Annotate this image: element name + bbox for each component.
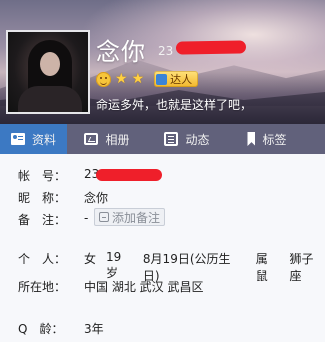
- qq-number-partial: 23: [158, 44, 174, 58]
- daren-badge[interactable]: 达人: [154, 71, 199, 87]
- add-note-button[interactable]: 添加备注: [94, 208, 166, 226]
- star-level-icon: ★: [115, 71, 128, 87]
- note-label: 备 注：: [18, 213, 67, 227]
- tab-feed[interactable]: 动态: [147, 124, 227, 154]
- avatar-body: [18, 86, 82, 112]
- avatar-face: [40, 52, 60, 76]
- account-redaction-mark: [96, 169, 162, 181]
- tab-label: 相册: [105, 132, 130, 147]
- personal-signature: 命运多舛，也就是这样了吧，: [96, 98, 253, 112]
- account-label: 帐 号：: [18, 169, 67, 183]
- qage-value: 3年: [84, 322, 104, 336]
- tab-tags[interactable]: 标签: [227, 124, 307, 154]
- nickname-value: 念你: [84, 191, 109, 205]
- daren-icon: [156, 73, 168, 85]
- avatar[interactable]: [6, 30, 90, 114]
- location-value: 中国 湖北 武汉 武昌区: [84, 280, 204, 294]
- profile-card: 念你 23 ★ ★ 达人 命运多舛，也就是这样了吧， 资料 相册 动态 标签 帐…: [0, 0, 325, 342]
- tab-label: 标签: [262, 132, 287, 147]
- qq-redaction-mark: [175, 40, 247, 55]
- note-icon: [99, 212, 109, 222]
- feed-icon: [164, 132, 179, 146]
- nickname-label: 昵 称：: [18, 191, 67, 205]
- profile-details: 帐 号： 23 昵 称： 念你 备 注： - 添加备注 个 人： 女 19岁 8…: [0, 154, 325, 342]
- daren-label: 达人: [170, 73, 193, 86]
- profile-tabs: 资料 相册 动态 标签: [0, 124, 325, 154]
- level-badges: ★ ★ 达人: [96, 70, 199, 88]
- star-level-icon-2: ★: [131, 71, 145, 87]
- note-value: -: [84, 211, 89, 225]
- tag-icon: [247, 132, 256, 146]
- zodiac-value: 属鼠: [255, 252, 268, 283]
- tab-album[interactable]: 相册: [67, 124, 147, 154]
- tab-label: 动态: [185, 132, 210, 147]
- tab-profile-info[interactable]: 资料: [0, 124, 67, 154]
- sun-level-icon: [96, 71, 111, 87]
- card-icon: [10, 133, 25, 145]
- profile-header: 念你 23 ★ ★ 达人 命运多舛，也就是这样了吧，: [0, 0, 325, 124]
- location-label: 所在地：: [18, 280, 67, 294]
- qage-label: Q 龄：: [18, 322, 64, 336]
- add-note-label: 添加备注: [112, 210, 161, 225]
- constellation-value: 狮子座: [289, 252, 314, 283]
- personal-label: 个 人：: [18, 252, 67, 266]
- nickname-title: 念你: [96, 38, 146, 66]
- tab-label: 资料: [31, 132, 56, 147]
- album-icon: [84, 133, 99, 145]
